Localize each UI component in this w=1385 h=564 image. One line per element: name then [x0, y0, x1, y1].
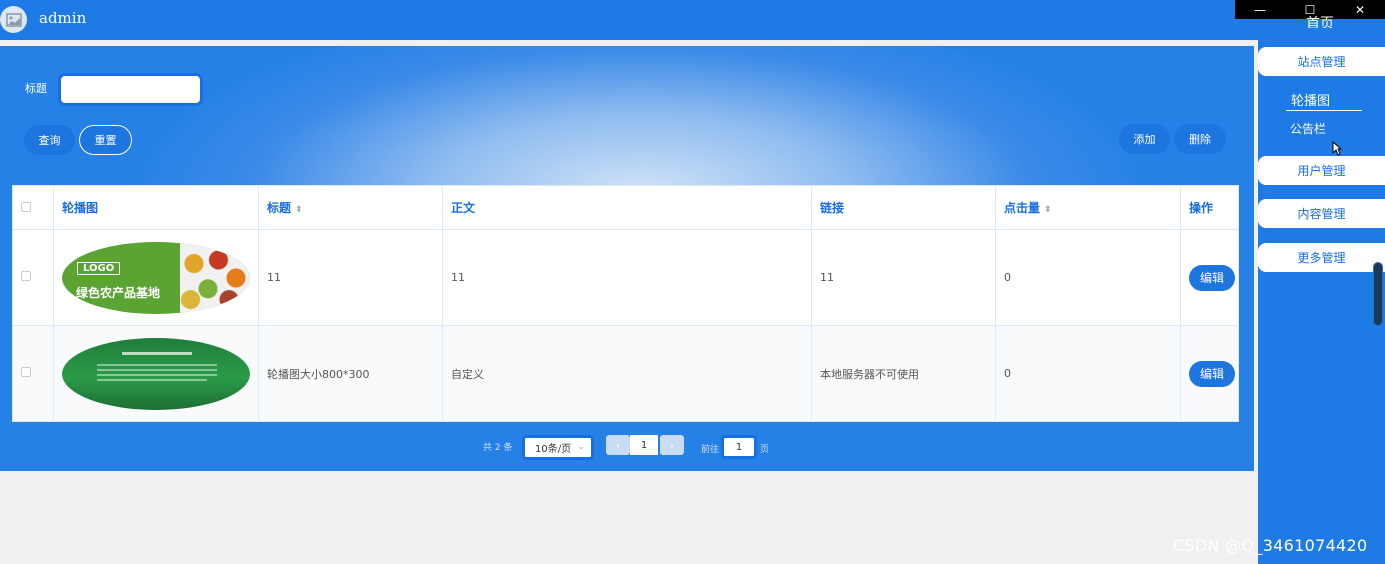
search-label: 标题: [25, 82, 47, 95]
row-select-cell: [12, 229, 54, 326]
scrollbar-thumb[interactable]: [1373, 262, 1383, 326]
edit-button[interactable]: 编辑: [1189, 360, 1235, 387]
nav-sub-notice[interactable]: 公告栏: [1290, 120, 1326, 137]
column-header-link: 链接: [811, 185, 996, 230]
row-checkbox[interactable]: [21, 367, 31, 377]
row-select-cell: [12, 325, 54, 422]
column-header-title[interactable]: 标题 ⬍: [258, 185, 443, 230]
main-panel: 标题 查询 重置 添加 删除 轮播图 标题 ⬍ 正文 链接 点击量 ⬍ 操作 L…: [0, 46, 1254, 471]
actions-cell: 编辑: [1180, 325, 1239, 422]
nav-sub-carousel[interactable]: 轮播图: [1291, 90, 1330, 109]
query-button[interactable]: 查询: [24, 125, 75, 155]
watermark: CSDN @Q_3461074420: [1173, 536, 1368, 555]
link-cell: 11: [811, 229, 996, 326]
carousel-image: [62, 337, 250, 410]
top-bar: admin: [0, 0, 1258, 40]
minimize-icon[interactable]: —: [1235, 0, 1285, 19]
carousel-table: 轮播图 标题 ⬍ 正文 链接 点击量 ⬍ 操作 LOGO 绿色农产品基地 11 …: [12, 185, 1239, 422]
column-header-body: 正文: [442, 185, 812, 230]
clicks-cell: 0: [995, 325, 1181, 422]
nav-home[interactable]: 首页: [1290, 13, 1350, 28]
chevron-down-icon: ⌄: [577, 442, 585, 452]
table-row: 轮播图大小800*300 自定义 本地服务器不可使用 0 编辑: [12, 325, 1239, 422]
title-cell: 轮播图大小800*300: [258, 325, 443, 422]
link-cell: 本地服务器不可使用: [811, 325, 996, 422]
column-header-clicks[interactable]: 点击量 ⬍: [995, 185, 1181, 230]
carousel-image-cell: [53, 325, 259, 422]
page-size-select[interactable]: 10条/页 ⌄: [522, 435, 594, 460]
banner-logo: LOGO: [77, 261, 121, 275]
nav-site-management[interactable]: 站点管理: [1258, 47, 1385, 76]
column-header-actions: 操作: [1180, 185, 1239, 230]
actions-cell: 编辑: [1180, 229, 1239, 326]
column-header-clicks-label: 点击量: [1004, 201, 1041, 215]
banner-title: 绿色农产品基地: [76, 285, 161, 300]
mouse-cursor-icon: [1332, 141, 1342, 156]
goto-label: 前往: [701, 445, 720, 455]
banner-produce-image: [180, 241, 250, 314]
select-all-cell: [12, 185, 54, 230]
nav-more-management[interactable]: 更多管理: [1258, 243, 1385, 272]
body-cell: 自定义: [442, 325, 812, 422]
page-unit-label: 页: [760, 445, 770, 455]
column-header-image: 轮播图: [53, 185, 259, 230]
next-page-button[interactable]: ›: [660, 435, 684, 455]
pagination-total: 共 2 条: [483, 443, 513, 453]
app-title: admin: [39, 9, 87, 27]
sort-icon[interactable]: ⬍: [295, 205, 303, 215]
avatar[interactable]: [0, 6, 27, 33]
body-cell: 11: [442, 229, 812, 326]
carousel-image-cell: LOGO 绿色农产品基地: [53, 229, 259, 326]
current-page-number[interactable]: 1: [630, 435, 658, 455]
prev-page-button[interactable]: ‹: [606, 435, 630, 455]
table-row: LOGO 绿色农产品基地 11 11 11 0 编辑: [12, 229, 1239, 326]
title-search-input[interactable]: [58, 73, 203, 106]
title-cell: 11: [258, 229, 443, 326]
add-button[interactable]: 添加: [1119, 124, 1170, 154]
page-size-value: 10条/页: [535, 444, 572, 455]
image-icon: [5, 12, 22, 27]
row-checkbox[interactable]: [21, 271, 31, 281]
reset-button[interactable]: 重置: [79, 125, 132, 155]
carousel-image: LOGO 绿色农产品基地: [62, 241, 250, 314]
table-header-row: 轮播图 标题 ⬍ 正文 链接 点击量 ⬍ 操作: [12, 185, 1239, 230]
clicks-cell: 0: [995, 229, 1181, 326]
nav-content-management[interactable]: 内容管理: [1258, 199, 1385, 228]
nav-active-underline: [1286, 110, 1362, 111]
nav-user-management[interactable]: 用户管理: [1258, 156, 1385, 185]
column-header-title-label: 标题: [267, 201, 292, 215]
sort-icon[interactable]: ⬍: [1044, 205, 1052, 215]
edit-button[interactable]: 编辑: [1189, 264, 1235, 291]
goto-page-input[interactable]: 1: [721, 435, 757, 459]
delete-button[interactable]: 删除: [1174, 124, 1226, 154]
select-all-checkbox[interactable]: [21, 201, 31, 212]
